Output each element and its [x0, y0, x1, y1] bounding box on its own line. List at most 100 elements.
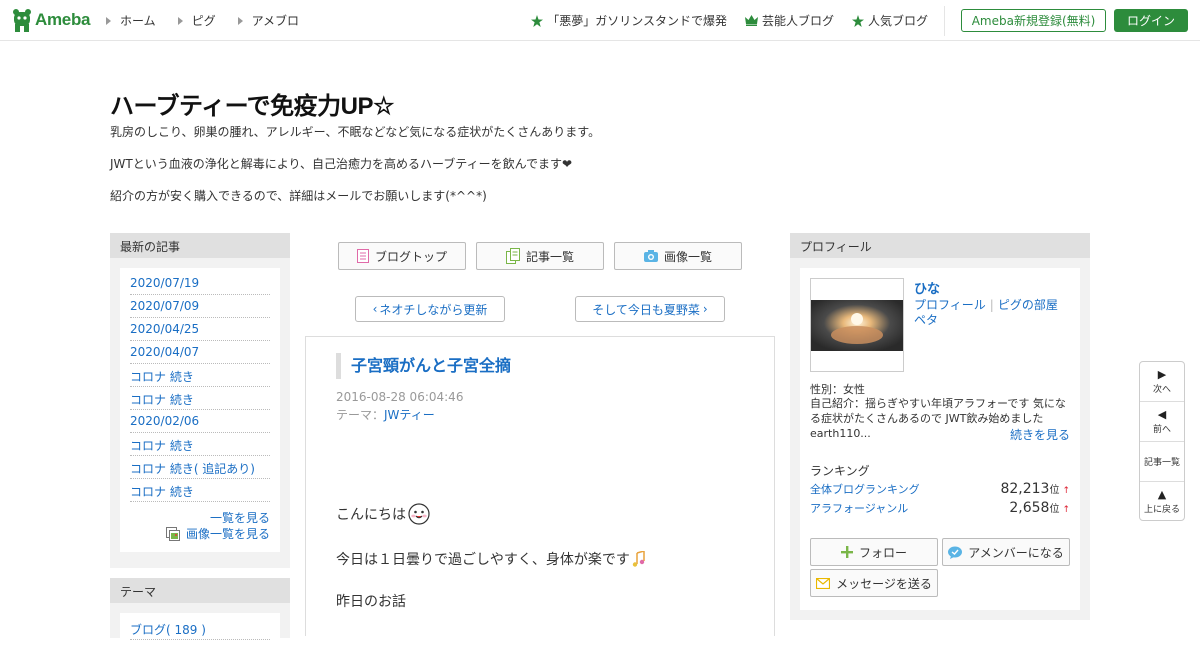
message-label: メッセージを送る [836, 576, 932, 591]
article-theme: テーマ：JWティー [336, 406, 435, 423]
back-to-top-button[interactable]: ▲ 上に戻る [1140, 482, 1184, 522]
article-theme-link[interactable]: JWティー [384, 408, 435, 422]
prev-entry-link[interactable]: ‹ ネオチしながら更新 [355, 296, 505, 322]
document-icon [356, 249, 369, 263]
read-more-link[interactable]: 続きを見る [1010, 426, 1070, 443]
recent-entry-link[interactable]: コロナ 続き [130, 479, 270, 502]
chevron-left-icon: ‹ [372, 302, 378, 316]
next-entry-link[interactable]: そして今日も夏野菜 › [575, 296, 725, 322]
recent-entries-heading: 最新の記事 [110, 233, 290, 258]
recent-entry-link[interactable]: 2020/07/09 [130, 295, 270, 318]
avatar-image [811, 300, 903, 351]
recent-entry-link[interactable]: コロナ 続き( 追記あり) [130, 456, 270, 479]
next-entry-label: そして今日も夏野菜 [592, 302, 700, 317]
image-list-button[interactable]: 画像一覧 [614, 242, 742, 270]
logo-text: Ameba [35, 10, 91, 29]
message-button[interactable]: メッセージを送る [810, 569, 938, 597]
image-list-label: 画像一覧 [663, 249, 712, 264]
recent-entry-link[interactable]: 2020/04/07 [130, 341, 270, 364]
blog-description-line: 紹介の方が安く購入できるので、詳細はメールでお願いします(*^^*) [110, 189, 487, 203]
gnav-label: アメブロ [251, 14, 300, 28]
blog-description-line: 乳房のしこり、卵巣の腫れ、アレルギー、不眠などなど気になる症状がたくさんあります… [110, 125, 601, 139]
entry-list-float-label: 記事一覧 [1143, 458, 1180, 468]
prev-button[interactable]: ◀ 前へ [1140, 402, 1184, 442]
ranking-number: 2,658 [1009, 500, 1050, 516]
back-to-top-label: 上に戻る [1143, 505, 1180, 515]
follow-label: フォロー [858, 545, 907, 560]
article-paragraph: こんにちは [336, 503, 430, 525]
star-icon [851, 14, 864, 27]
theme-box: テーマ ブログ( 189 ) [110, 578, 290, 650]
profile-body: ひな プロフィール | ピグの部屋 ペタ 性別：女性 自己紹介：揺らぎやすい年頃アラ… [800, 268, 1080, 610]
crown-icon [744, 15, 758, 26]
recent-entry-link[interactable]: 2020/02/06 [130, 410, 270, 433]
entry-list-float-button[interactable]: 記事一覧 [1140, 442, 1184, 482]
amember-label: アメンバーになる [968, 545, 1064, 560]
prev-entry-label: ネオチしながら更新 [379, 302, 488, 317]
avatar[interactable] [810, 278, 904, 372]
see-images-link[interactable]: 画像一覧を見る [130, 526, 270, 542]
blog-top-label: ブログトップ [374, 249, 447, 264]
profile-links: プロフィール | ピグの部屋 ペタ [914, 298, 1064, 328]
triangle-icon [237, 16, 243, 25]
article-theme-prefix: テーマ： [336, 408, 385, 422]
copy-icon [505, 248, 520, 264]
link-divider: | [989, 298, 994, 312]
hot-links: 「悪夢」ガソリンスタンドで爆発 芸能人ブログ 人気ブログ [531, 12, 928, 29]
triangle-right-icon: ▶ [1157, 367, 1167, 381]
recent-entry-link[interactable]: コロナ 続き [130, 433, 270, 456]
ranking-label[interactable]: 全体ブログランキング [810, 481, 920, 497]
paragraph-text: 今日は１日曇りで過ごしやすく、身体が楽です [336, 552, 630, 568]
triangle-left-icon: ◀ [1157, 407, 1167, 421]
gnav-pig[interactable]: ピグ [177, 12, 216, 29]
see-images-label: 画像一覧を見る [185, 527, 270, 541]
entry-list-button[interactable]: 記事一覧 [476, 242, 604, 270]
register-button[interactable]: Ameba新規登録(無料) [961, 9, 1106, 32]
recent-entry-link[interactable]: コロナ 続き [130, 387, 270, 410]
blog-title[interactable]: ハーブティーで免疫力UP☆ [110, 86, 395, 121]
gnav-ameblo[interactable]: アメブロ [237, 12, 300, 29]
recent-entry-link[interactable]: 2020/04/25 [130, 318, 270, 341]
peta-link[interactable]: ペタ [914, 313, 938, 327]
paragraph-text: こんにちは [336, 507, 406, 523]
recent-entry-link[interactable]: 2020/07/19 [130, 272, 270, 295]
follow-button[interactable]: フォロー [810, 538, 938, 566]
profile-link[interactable]: プロフィール [914, 298, 986, 312]
hot-link-popular[interactable]: 人気ブログ [851, 12, 928, 29]
triangle-icon [177, 16, 183, 25]
gnav-label: ホーム [120, 14, 156, 28]
theme-list: ブログ( 189 ) [120, 613, 280, 650]
ranking-value: 82,213位 ↑ [1000, 481, 1070, 497]
triangle-up-icon: ▲ [1157, 488, 1167, 501]
paragraph-text: 昨日のお話 [336, 594, 406, 610]
article-date: 2016-08-28 06:04:46 [336, 390, 464, 404]
login-button[interactable]: ログイン [1114, 9, 1188, 32]
theme-heading: テーマ [110, 578, 290, 603]
recent-entry-link[interactable]: コロナ 続き [130, 364, 270, 387]
see-all-link[interactable]: 一覧を見る [130, 510, 270, 526]
header-divider [944, 6, 945, 36]
pig-room-link[interactable]: ピグの部屋 [998, 298, 1058, 312]
article: 子宮頸がんと子宮全摘 2016-08-28 06:04:46 テーマ：JWティー… [305, 336, 775, 636]
trend-up-icon: ↑ [1062, 486, 1070, 496]
envelope-icon [816, 577, 831, 589]
hot-link-celeb[interactable]: 芸能人ブログ [744, 12, 834, 29]
ranking-row: アラフォージャンル 2,658位 ↑ [810, 500, 1070, 516]
ranking-heading: ランキング [810, 464, 870, 478]
article-title[interactable]: 子宮頸がんと子宮全摘 [336, 353, 511, 379]
hot-link-label: 芸能人ブログ [761, 14, 834, 28]
next-button[interactable]: ▶ 次へ [1140, 362, 1184, 402]
ameba-logo[interactable]: Ameba [12, 8, 90, 32]
amember-button[interactable]: アメンバーになる [942, 538, 1070, 566]
article-paragraph: 昨日のお話 [336, 591, 406, 611]
ranking-unit: 位 [1049, 485, 1060, 496]
profile-box: プロフィール ひな プロフィール | ピグの部屋 ペタ 性別：女性 自己紹介：揺らぎ… [790, 233, 1090, 620]
ameba-mascot-icon [13, 9, 31, 32]
blog-top-button[interactable]: ブログトップ [338, 242, 466, 270]
hot-link-news[interactable]: 「悪夢」ガソリンスタンドで爆発 [531, 12, 727, 29]
ranking-label[interactable]: アラフォージャンル [810, 500, 908, 516]
profile-name[interactable]: ひな [914, 278, 940, 297]
gnav-home[interactable]: ホーム [106, 12, 156, 29]
speech-bubble-icon [948, 546, 963, 559]
theme-link[interactable]: ブログ( 189 ) [130, 617, 270, 640]
